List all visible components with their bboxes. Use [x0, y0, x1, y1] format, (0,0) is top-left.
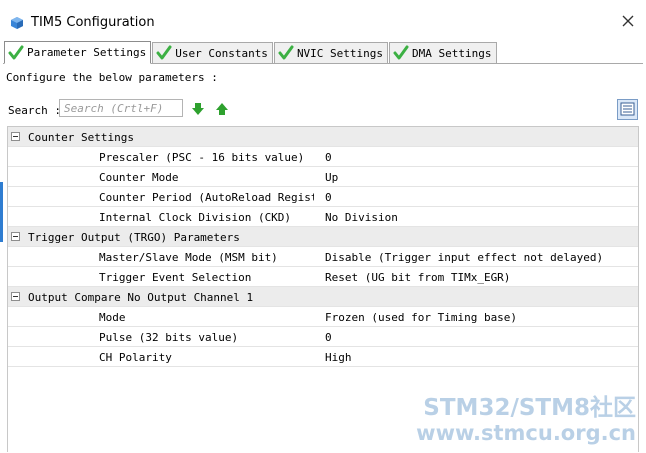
parameter-value[interactable]: Disable (Trigger input effect not delaye…	[325, 251, 603, 264]
tab-label: NVIC Settings	[296, 46, 384, 60]
watermark-line-1: STM32/STM8社区	[423, 395, 636, 421]
parameter-name: Mode	[99, 311, 126, 324]
list-icon	[620, 102, 635, 116]
parameter-name: Internal Clock Division (CKD)	[99, 211, 292, 224]
check-icon	[393, 45, 409, 60]
parameter-value[interactable]: Up	[325, 171, 338, 184]
collapse-icon[interactable]	[11, 232, 20, 241]
list-view-button[interactable]	[617, 99, 638, 120]
parameter-value[interactable]: Reset (UG bit from TIMx_EGR)	[325, 271, 510, 284]
tab-label: User Constants	[175, 46, 268, 60]
arrow-up-icon[interactable]	[216, 103, 228, 115]
parameter-row[interactable]: Counter Period (AutoReload Registe... 0	[8, 187, 638, 207]
parameter-name: Counter Period (AutoReload Registe...	[99, 191, 314, 204]
title-bar: TIM5 Configuration	[0, 0, 646, 42]
tab-nvic-settings[interactable]: NVIC Settings	[273, 42, 389, 63]
group-row-output-compare[interactable]: Output Compare No Output Channel 1	[8, 287, 638, 307]
parameter-row[interactable]: CH Polarity High	[8, 347, 638, 367]
tab-label: Parameter Settings	[27, 46, 147, 59]
tab-user-constants[interactable]: User Constants	[152, 42, 273, 63]
tab-label: DMA Settings	[412, 46, 492, 60]
parameter-row[interactable]: Internal Clock Division (CKD) No Divisio…	[8, 207, 638, 227]
arrow-down-icon[interactable]	[192, 103, 204, 115]
parameter-value[interactable]: No Division	[325, 211, 398, 224]
search-label: Search :	[8, 104, 61, 117]
parameter-value[interactable]: 0	[325, 191, 332, 204]
parameter-value[interactable]: Frozen (used for Timing base)	[325, 311, 517, 324]
window-title: TIM5 Configuration	[31, 15, 155, 30]
parameter-name: Prescaler (PSC - 16 bits value)	[99, 151, 305, 164]
parameter-value[interactable]: 0	[325, 331, 332, 344]
parameter-name: Master/Slave Mode (MSM bit)	[99, 251, 278, 264]
group-row-counter-settings[interactable]: Counter Settings	[8, 127, 638, 147]
parameter-name: CH Polarity	[99, 351, 172, 364]
parameter-row[interactable]: Trigger Event Selection Reset (UG bit fr…	[8, 267, 638, 287]
parameter-name: Pulse (32 bits value)	[99, 331, 239, 344]
parameter-row[interactable]: Pulse (32 bits value) 0	[8, 327, 638, 347]
group-title: Counter Settings	[28, 131, 134, 144]
collapse-icon[interactable]	[11, 132, 20, 141]
search-input[interactable]	[59, 99, 183, 117]
parameter-value[interactable]: 0	[325, 151, 332, 164]
group-row-trigger-output[interactable]: Trigger Output (TRGO) Parameters	[8, 227, 638, 247]
collapse-icon[interactable]	[11, 292, 20, 301]
parameter-row[interactable]: Prescaler (PSC - 16 bits value) 0	[8, 147, 638, 167]
check-icon	[156, 45, 172, 60]
parameter-row[interactable]: Mode Frozen (used for Timing base)	[8, 307, 638, 327]
tab-parameter-settings[interactable]: Parameter Settings	[4, 41, 152, 64]
group-title: Output Compare No Output Channel 1	[28, 291, 254, 304]
group-title: Trigger Output (TRGO) Parameters	[28, 231, 240, 244]
parameter-name: Counter Mode	[99, 171, 179, 184]
check-icon	[8, 45, 24, 59]
configure-label: Configure the below parameters :	[6, 71, 218, 84]
close-icon[interactable]	[620, 13, 636, 29]
parameter-row[interactable]: Counter Mode Up	[8, 167, 638, 187]
tab-bar: Parameter Settings User Constants NVIC S…	[4, 41, 498, 64]
window-edge	[0, 182, 3, 242]
check-icon	[278, 45, 294, 60]
watermark: STM32/STM8社区 www.stmcu.org.cn	[416, 395, 636, 445]
parameter-row[interactable]: Master/Slave Mode (MSM bit) Disable (Tri…	[8, 247, 638, 267]
tab-dma-settings[interactable]: DMA Settings	[389, 42, 497, 63]
parameter-name: Trigger Event Selection	[99, 271, 252, 284]
cube-icon	[11, 17, 23, 29]
parameter-value[interactable]: High	[325, 351, 352, 364]
watermark-line-2: www.stmcu.org.cn	[416, 421, 636, 445]
